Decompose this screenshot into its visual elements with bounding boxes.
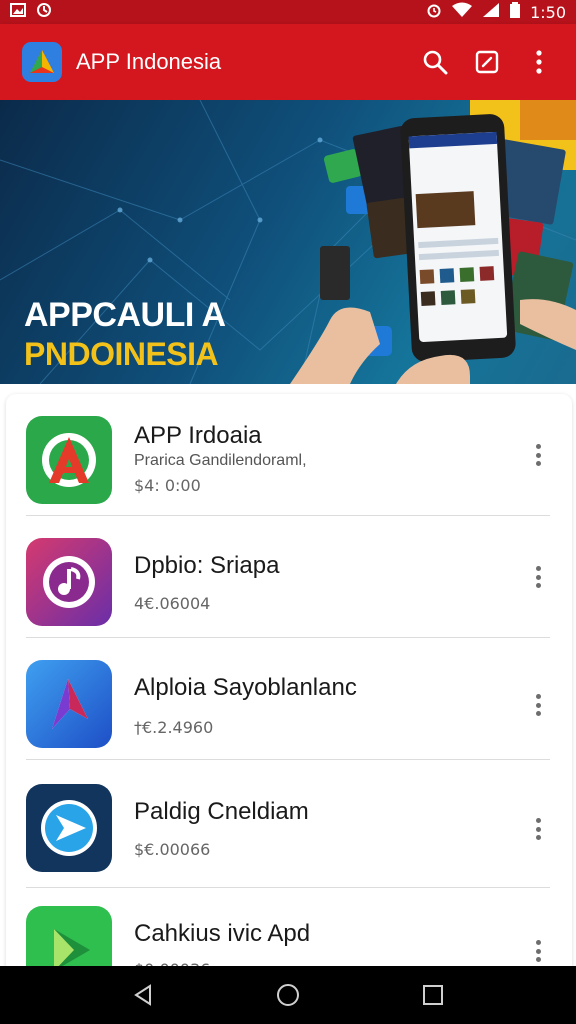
blue-arrow-app-icon [26,660,112,748]
list-item[interactable]: Alploia Sayoblanlanc †€.2.4960 [6,638,572,760]
app-logo-icon [22,42,62,82]
app-list: APP Irdoaia Prarica Gandilendoraml, $4: … [6,394,572,974]
banner-title: APPCAULI A [24,296,226,334]
divider [26,759,550,760]
app-title-label: APP Irdoaia [134,422,262,449]
sync-icon [36,2,52,23]
alarm-icon [426,2,442,23]
app-more-button[interactable] [528,690,548,720]
blue-play-app-icon [26,784,112,872]
app-more-button[interactable] [528,562,548,592]
system-nav-bar [0,966,576,1024]
app-title-label: Cahkius ivic Apd [134,920,311,947]
app-more-button[interactable] [528,814,548,844]
recents-icon [423,985,444,1005]
purple-music-app-icon [26,538,112,626]
promo-banner[interactable]: APPCAULI A PNDOINESIA [0,100,576,384]
app-price-label: †€.2.4960 [134,718,214,737]
more-vert-icon [536,50,542,74]
app-title: APP Indonesia [76,49,222,74]
green-play-app-icon [26,906,112,974]
app-price-label: 4€.06004 [134,594,211,613]
status-time: 1:50 [530,2,566,22]
back-icon [133,984,151,1006]
gallery-icon [10,2,26,23]
list-item[interactable]: Dpbio: Sriapa 4€.06004 [6,516,572,638]
app-subtitle-label: Prarica Gandilendoraml, [134,452,307,469]
app-title-label: Dpbio: Sriapa [134,552,280,579]
app-title-label: Paldig Cneldiam [134,798,309,825]
home-icon [276,984,299,1006]
list-item[interactable]: APP Irdoaia Prarica Gandilendoraml, $4: … [6,394,572,516]
edit-icon [475,50,499,74]
list-item[interactable]: Cahkius ivic Apd $0.00036 [6,888,572,974]
search-icon [423,50,448,75]
app-more-button[interactable] [528,440,548,470]
recents-button[interactable] [413,975,453,1015]
banner-subtitle: PNDOINESIA [24,336,219,372]
wifi-icon [452,2,473,23]
overflow-menu-button[interactable] [524,47,554,77]
status-bar: 1:50 [0,0,576,24]
green-a-app-icon [26,416,112,504]
app-price-label: $€.00066 [134,840,211,859]
edit-button[interactable] [472,47,502,77]
back-button[interactable] [123,975,163,1015]
app-bar: APP Indonesia [0,24,576,100]
home-button[interactable] [268,975,308,1015]
list-item[interactable]: Paldig Cneldiam $€.00066 [6,766,572,888]
app-title-label: Alploia Sayoblanlanc [134,674,357,701]
battery-icon [510,1,521,23]
app-price-label: $4: 0:00 [134,476,201,495]
signal-icon [482,2,500,23]
search-button[interactable] [420,47,450,77]
app-more-button[interactable] [528,936,548,966]
